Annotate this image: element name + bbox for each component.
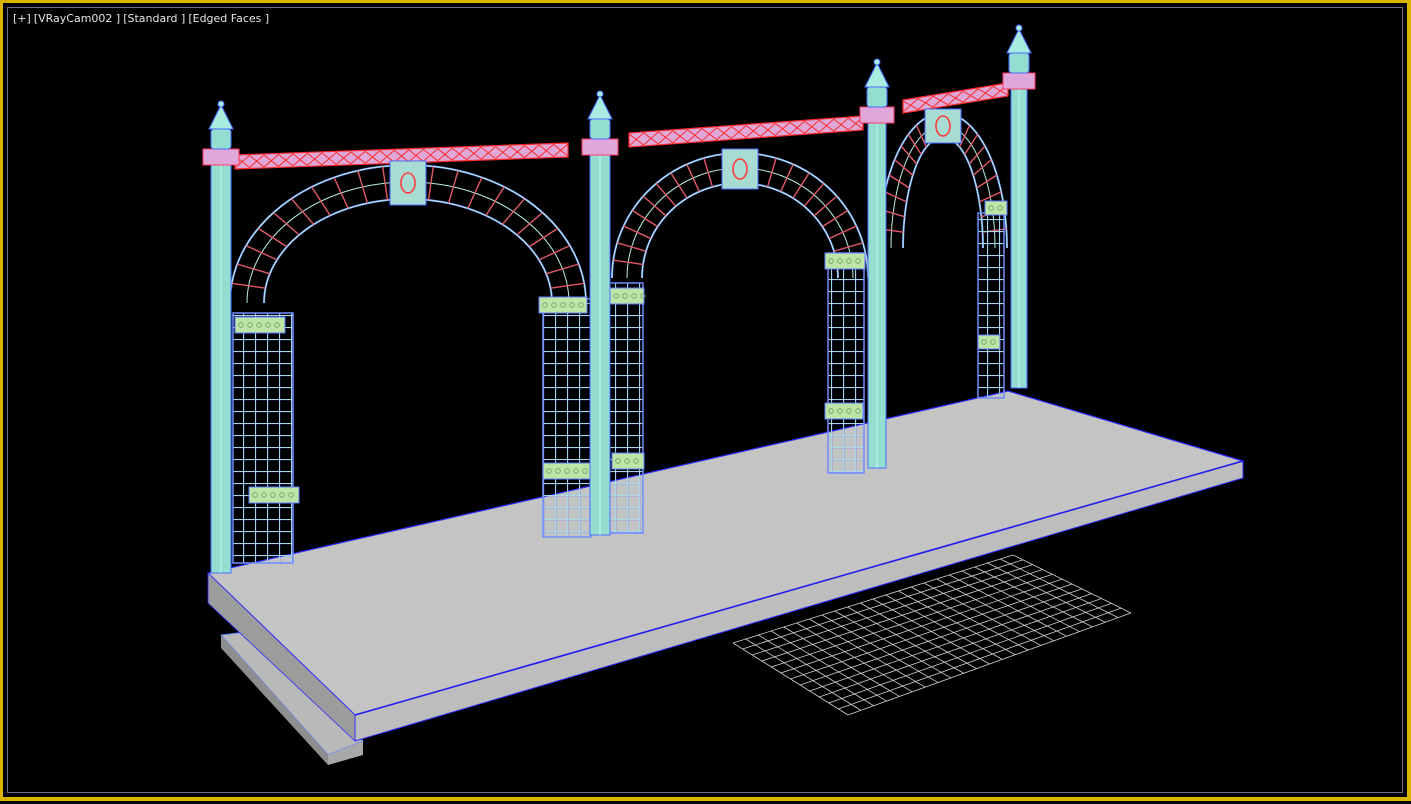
band-2 [248,486,300,504]
band-9 [984,200,1008,216]
lattice-leg-left-inner [542,298,592,538]
viewport-menu-label[interactable]: [+] [13,12,31,25]
viewport-shading-label[interactable]: [Standard ] [123,12,185,25]
lattice-leg-right [977,212,1005,399]
lattice-leg-middle-right [827,252,865,474]
lattice-leg-middle-left [606,282,644,534]
beam-middle [628,115,864,148]
viewport-display-label[interactable]: [Edged Faces ] [188,12,269,25]
band-8 [824,402,864,420]
lattice-leg-left-outer [232,312,294,564]
viewport-camera-label[interactable]: [VRayCam002 ] [34,12,120,25]
band-10 [977,334,1001,350]
band-3 [538,296,588,314]
band-4 [542,462,592,480]
arch-left [229,160,587,304]
band-1 [234,316,286,334]
band-5 [609,287,646,305]
band-7 [824,252,866,270]
band-6 [611,452,645,470]
platform[interactable] [206,390,1246,765]
viewport-label-bar: [+] [VRayCam002 ] [Standard ] [Edged Faces … [13,12,272,25]
post-4 [1002,24,1036,389]
scene-canvas[interactable] [3,3,1411,804]
viewport-frame[interactable]: [+] [VRayCam002 ] [Standard ] [Edged Faces … [0,0,1411,801]
